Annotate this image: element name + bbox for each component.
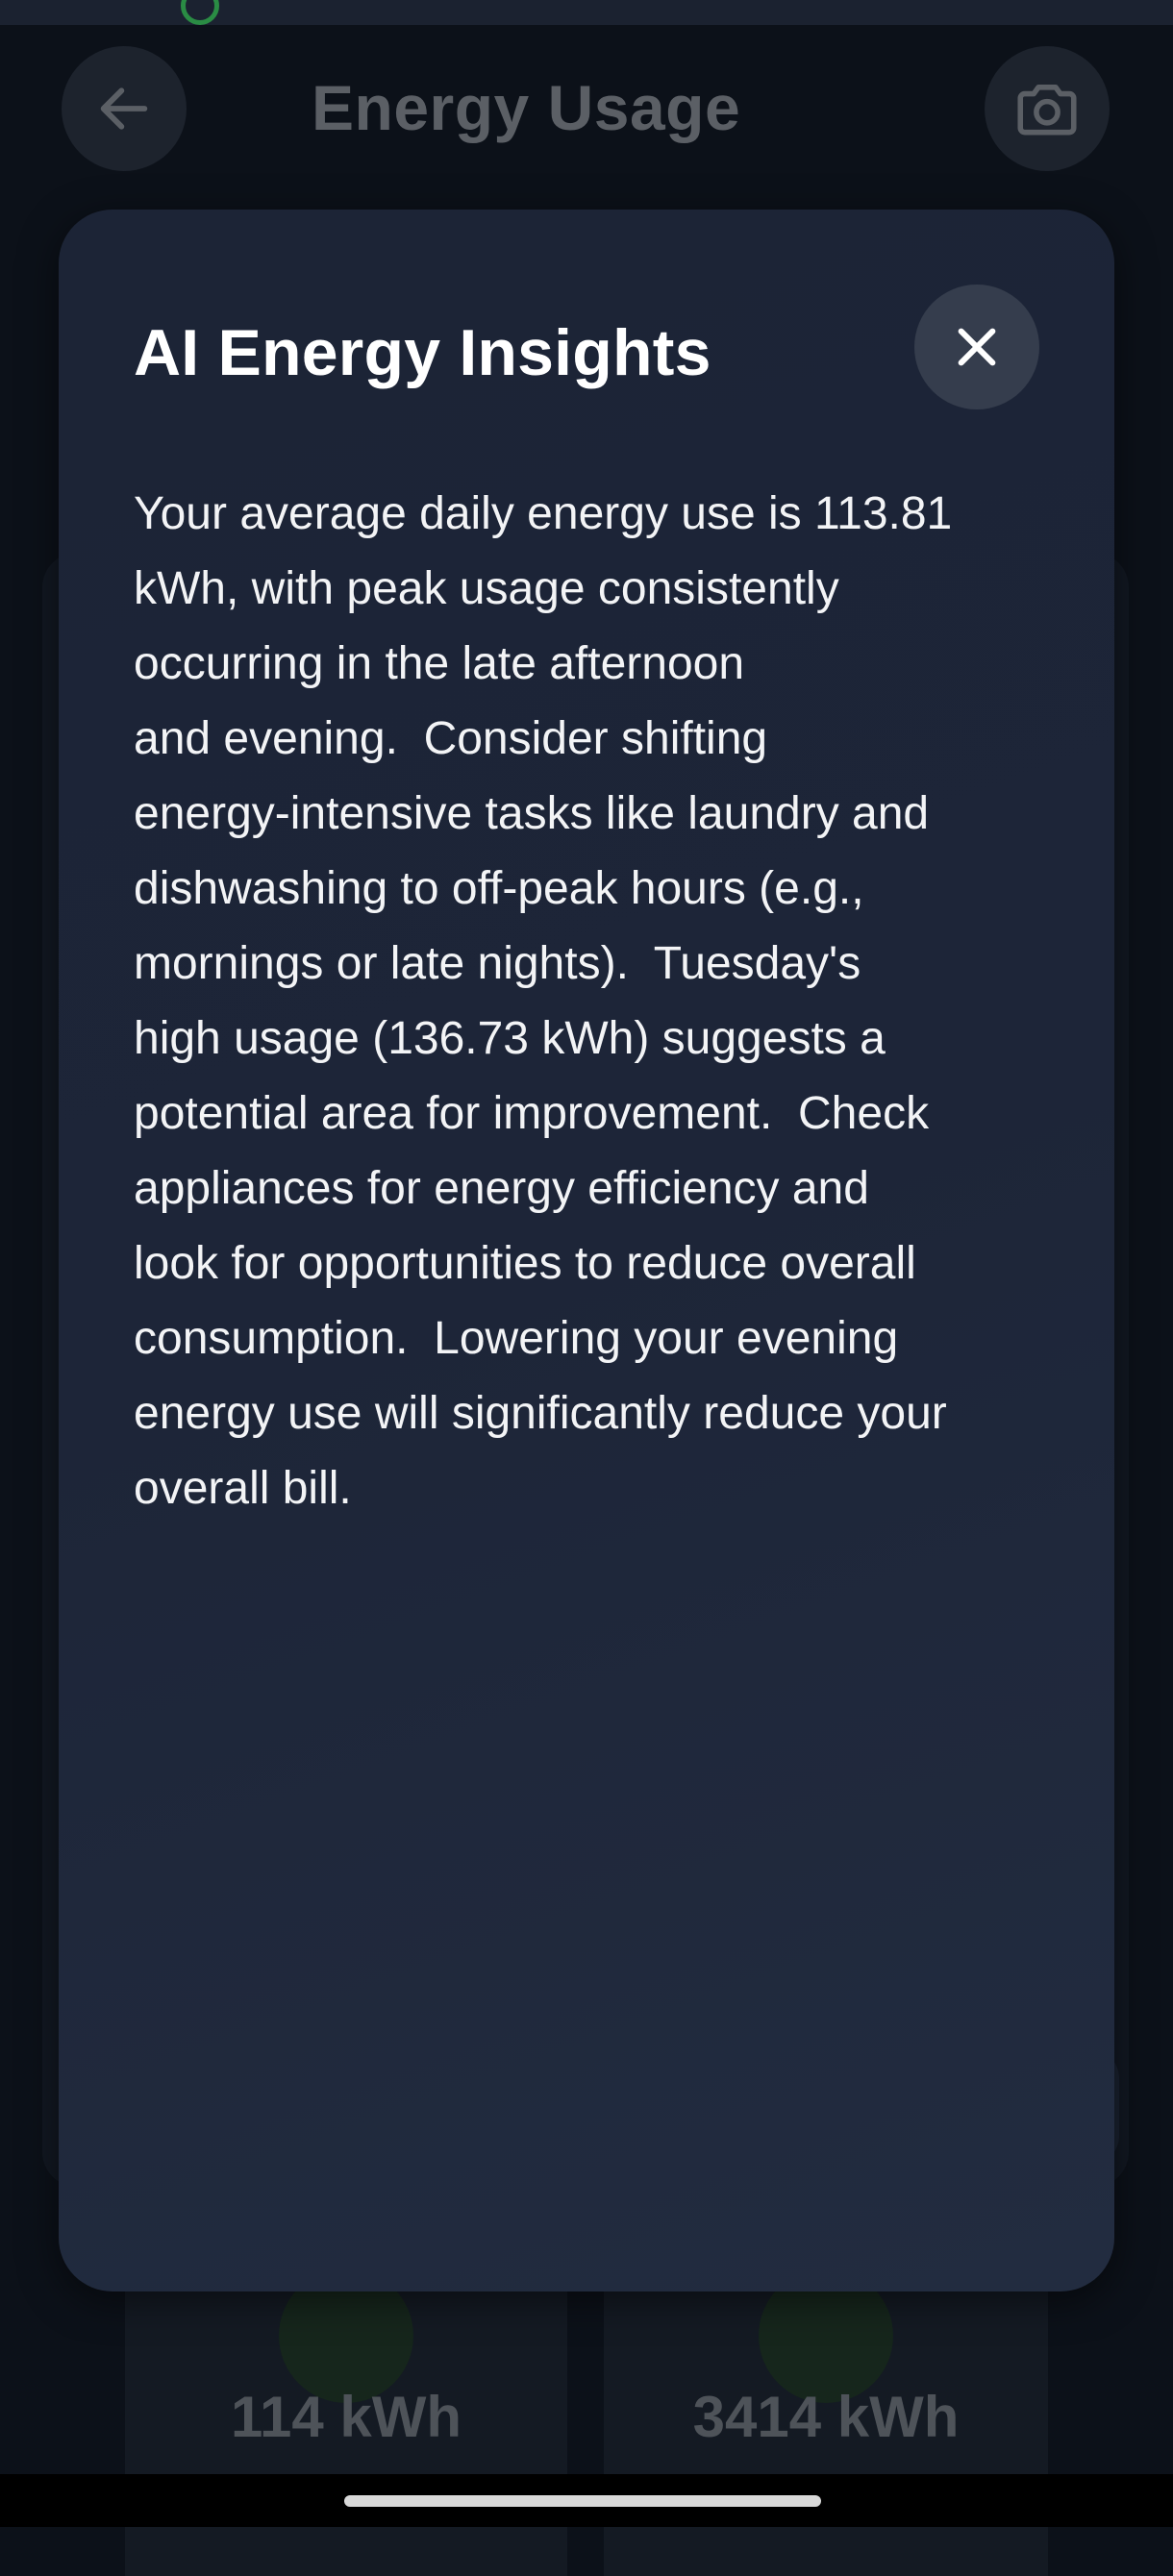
stat-value: 114 kWh bbox=[230, 2385, 462, 2449]
status-indicator-icon bbox=[181, 0, 219, 25]
stat-value: 3414 kWh bbox=[692, 2385, 960, 2449]
modal-title: AI Energy Insights bbox=[134, 316, 711, 389]
status-bar bbox=[0, 0, 1173, 25]
app-bar: Energy Usage bbox=[0, 25, 1173, 198]
camera-button[interactable] bbox=[985, 46, 1110, 171]
close-button[interactable] bbox=[914, 285, 1039, 409]
page-title: Energy Usage bbox=[312, 72, 741, 143]
insight-text: Your average daily energy use is 113.81 … bbox=[134, 488, 953, 1514]
home-gesture-handle[interactable] bbox=[344, 2495, 821, 2507]
camera-icon bbox=[1017, 85, 1077, 136]
arrow-left-icon bbox=[100, 87, 148, 130]
insights-modal: AI Energy Insights Your average daily en… bbox=[59, 210, 1114, 2291]
close-icon bbox=[958, 328, 996, 366]
back-button[interactable] bbox=[62, 46, 187, 171]
